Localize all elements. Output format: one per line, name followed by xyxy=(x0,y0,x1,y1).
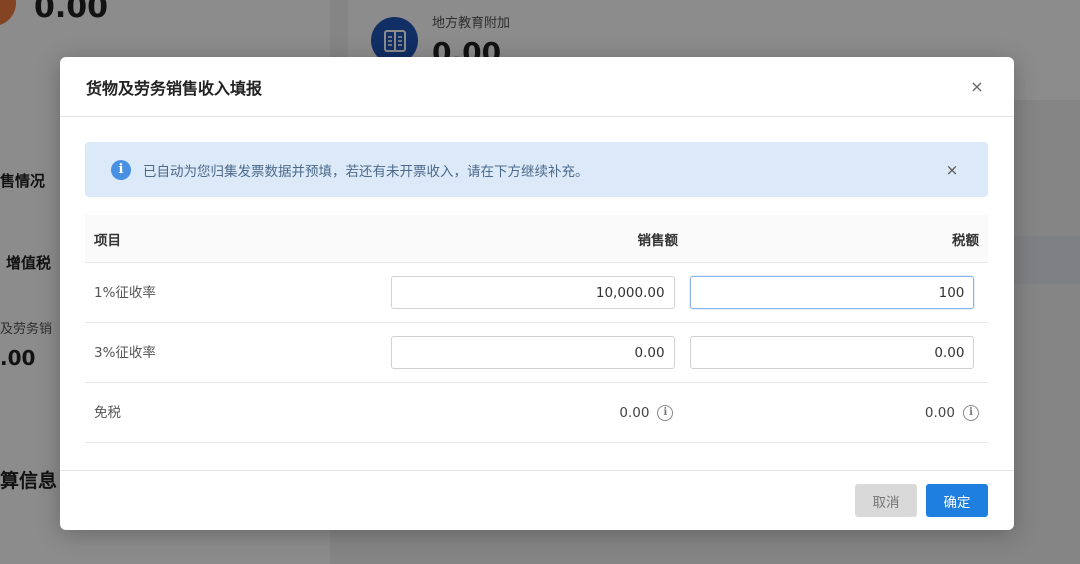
info-icon[interactable]: i xyxy=(962,404,979,421)
table-row: 1%征收率 xyxy=(85,263,988,323)
table-row: 3%征收率 xyxy=(85,323,988,383)
sales-value: 0.00 xyxy=(619,404,650,421)
tax-cell xyxy=(690,276,988,309)
sales-input[interactable] xyxy=(390,336,675,369)
income-table: 项目 销售额 税额 1%征收率 3%征收率 免税 xyxy=(85,215,988,443)
tax-input[interactable] xyxy=(690,336,975,369)
close-icon[interactable]: × xyxy=(966,76,988,98)
tax-cell: 0.00 i xyxy=(689,404,988,421)
cancel-button[interactable]: 取消 xyxy=(855,484,917,517)
sales-income-modal: 货物及劳务销售收入填报 × i 已自动为您归集发票数据并预填，若还有未开票收入，… xyxy=(60,57,1014,530)
sales-cell: 0.00 i xyxy=(392,404,674,421)
info-icon[interactable]: i xyxy=(657,404,674,421)
table-header: 项目 销售额 税额 xyxy=(85,215,988,263)
alert-close-icon[interactable]: × xyxy=(942,161,962,179)
info-icon: i xyxy=(111,159,131,180)
table-row: 免税 0.00 i 0.00 i xyxy=(85,383,988,443)
modal-header: 货物及劳务销售收入填报 × xyxy=(60,57,1014,117)
sales-cell xyxy=(390,336,675,369)
header-sales: 销售额 xyxy=(637,232,679,249)
tax-cell xyxy=(690,336,988,369)
tax-value: 0.00 xyxy=(924,404,955,421)
header-tax: 税额 xyxy=(952,232,979,249)
sales-cell xyxy=(390,276,675,309)
row-label: 3%征收率 xyxy=(94,345,156,361)
header-item: 项目 xyxy=(94,232,121,249)
modal-title: 货物及劳务销售收入填报 xyxy=(86,78,263,98)
alert-text: 已自动为您归集发票数据并预填，若还有未开票收入，请在下方继续补充。 xyxy=(143,163,589,180)
confirm-button[interactable]: 确定 xyxy=(926,484,988,517)
sales-input[interactable] xyxy=(390,276,675,309)
tax-input[interactable] xyxy=(690,276,975,309)
modal-footer: 取消 确定 xyxy=(60,470,1014,530)
row-label: 1%征收率 xyxy=(94,285,156,301)
row-label: 免税 xyxy=(94,405,121,421)
info-alert: i 已自动为您归集发票数据并预填，若还有未开票收入，请在下方继续补充。 × xyxy=(85,142,988,197)
